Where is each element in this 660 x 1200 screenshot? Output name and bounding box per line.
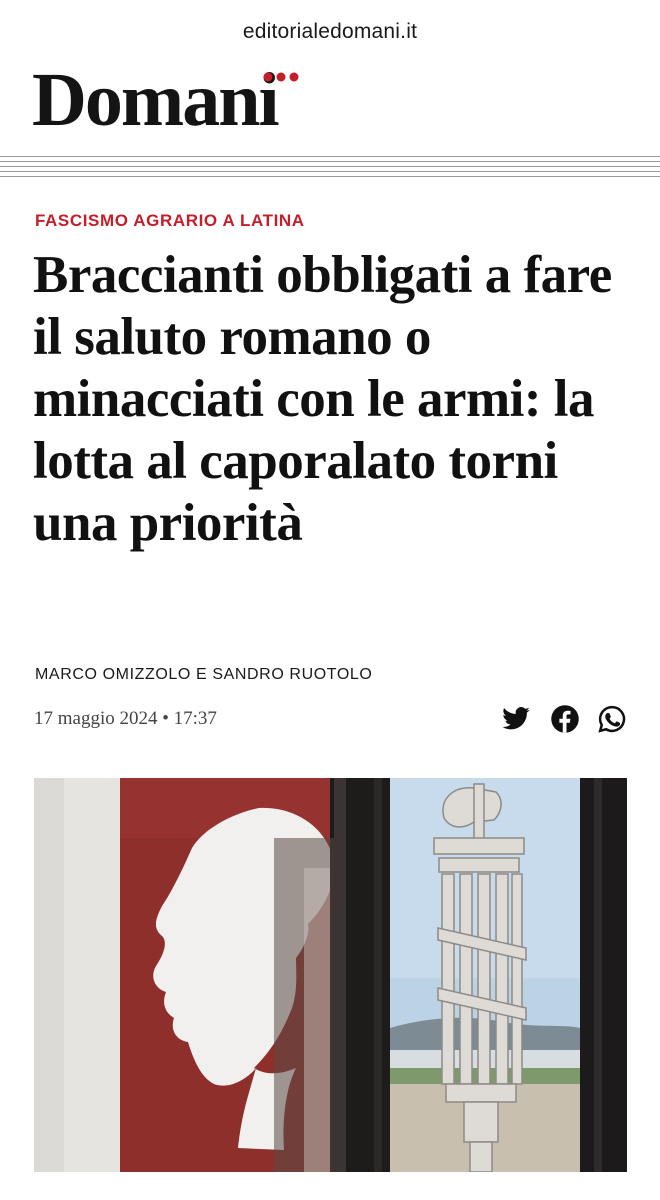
logo-accent-dots-icon xyxy=(263,72,299,82)
browser-url-bar[interactable]: editorialedomani.it xyxy=(0,0,660,62)
hero-image[interactable] xyxy=(34,778,627,1172)
article-byline[interactable]: MARCO OMIZZOLO E SANDRO RUOTOLO xyxy=(35,666,372,684)
article-date: 17 maggio 2024 xyxy=(34,708,158,729)
site-logo[interactable]: Domani xyxy=(32,62,280,138)
article-dateline: 17 maggio 2024 • 17:37 xyxy=(34,708,217,730)
facebook-icon[interactable] xyxy=(550,704,580,734)
article-headline: Braccianti obbligati a fare il saluto ro… xyxy=(33,246,612,552)
twitter-icon[interactable] xyxy=(501,704,531,734)
date-separator: • xyxy=(162,708,169,729)
url-text[interactable]: editorialedomani.it xyxy=(0,20,660,44)
header-divider xyxy=(0,156,660,178)
article-time: 17:37 xyxy=(173,708,217,729)
article-kicker[interactable]: FASCISMO AGRARIO A LATINA xyxy=(35,211,305,231)
masthead: Domani xyxy=(0,62,660,157)
whatsapp-icon[interactable] xyxy=(597,704,627,734)
site-logo-text: Domani xyxy=(32,58,280,142)
